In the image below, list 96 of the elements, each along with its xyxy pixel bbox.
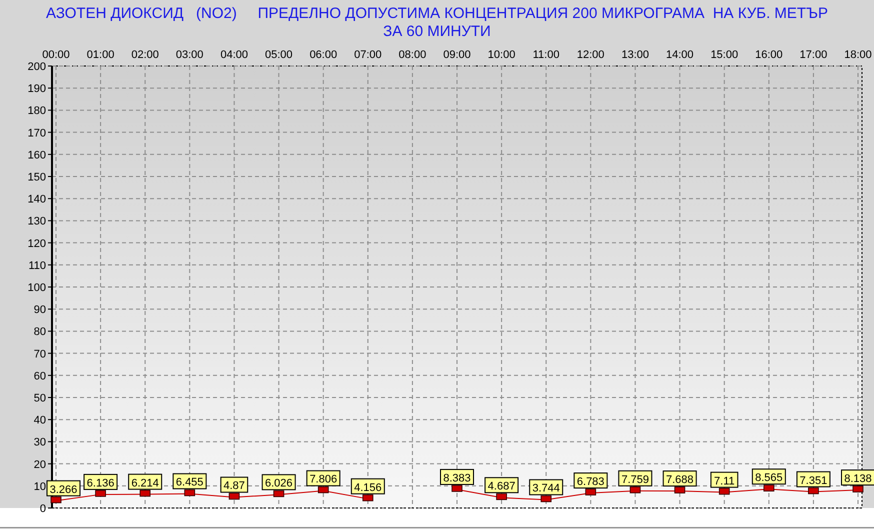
data-marker <box>452 485 462 492</box>
axis-label: 12:00 <box>576 49 604 61</box>
axis-label: 200 <box>28 61 46 73</box>
data-label: 6.136 <box>86 477 114 490</box>
axis-label: 00:00 <box>42 49 70 61</box>
data-label: 7.806 <box>306 470 340 486</box>
axis-label: 17:00 <box>800 49 828 61</box>
axis-label: 90 <box>34 304 46 316</box>
axis-label: 05:00 <box>265 49 293 61</box>
data-label: 8.138 <box>844 473 872 486</box>
axis-label: 14:00 <box>666 49 694 61</box>
axis-label: 08:00 <box>398 49 426 61</box>
axis-label: 15:00 <box>710 49 738 61</box>
axis-label: 70 <box>34 348 46 360</box>
axis-label: 11:00 <box>532 49 560 61</box>
data-marker <box>362 494 374 502</box>
axis-label: 190 <box>28 83 46 96</box>
data-label: 8.383 <box>440 468 474 485</box>
data-label: 4.156 <box>354 482 382 494</box>
axis-label: 120 <box>28 238 46 250</box>
data-label: 6.455 <box>176 476 204 489</box>
data-marker <box>228 492 240 500</box>
axis-label: 150 <box>28 172 46 184</box>
data-label: 3.744 <box>529 479 564 496</box>
data-label: 6.783 <box>574 472 608 488</box>
axis-label: 01:00 <box>86 49 114 61</box>
chart-subtitle: ЗА 60 МИНУТИ <box>382 23 492 41</box>
axis-label: 170 <box>28 127 46 140</box>
data-label: 6.214 <box>131 477 159 490</box>
data-label: 8.565 <box>752 468 786 485</box>
data-label: 7.806 <box>310 474 338 486</box>
chart-title: АЗОТЕН ДИОКСИД (NO2) ПРЕДЕЛНО ДОПУСТИМА КОНЦЕНТРАЦИЯ 200 МИКРОГРАМА НА КУБ. МЕТЪР <box>45 5 829 23</box>
axis-label: 20 <box>34 458 46 471</box>
axis-label: 04:00 <box>220 49 248 61</box>
axis-label: 130 <box>28 216 46 228</box>
data-label: 3.744 <box>532 482 560 495</box>
data-label: 8.565 <box>755 472 783 484</box>
axis-label: 0 <box>40 503 46 515</box>
data-label: 4.687 <box>484 477 519 494</box>
data-label: 4.87 <box>220 476 248 493</box>
axis-label: 18:00 <box>844 49 872 61</box>
data-marker <box>95 490 106 497</box>
data-label: 7.688 <box>666 474 694 486</box>
axis-label: 09:00 <box>443 49 471 61</box>
axis-label: 180 <box>28 105 46 118</box>
axis-label: 140 <box>28 194 46 206</box>
data-label: 4.156 <box>350 478 385 494</box>
axis-label: 100 <box>28 282 46 294</box>
axis-label: 16:00 <box>755 49 783 61</box>
axis-label: 160 <box>28 149 46 162</box>
data-marker <box>674 486 686 494</box>
data-marker <box>496 493 507 500</box>
data-marker <box>140 490 151 497</box>
data-marker <box>273 490 284 498</box>
data-label: 6.455 <box>172 473 207 490</box>
data-marker <box>852 486 864 492</box>
data-marker <box>764 484 774 492</box>
data-label: 6.026 <box>265 478 293 490</box>
data-label: 7.351 <box>796 471 830 488</box>
data-label: 8.138 <box>841 470 874 486</box>
data-marker <box>540 495 552 502</box>
data-label: 6.136 <box>84 474 118 490</box>
data-marker <box>184 489 196 496</box>
axis-label: 07:00 <box>354 49 382 61</box>
axis-label: 10 <box>34 480 46 493</box>
axis-label: 110 <box>28 260 46 272</box>
data-label: 4.87 <box>224 480 245 492</box>
axis-label: 60 <box>34 370 46 382</box>
data-label: 7.759 <box>621 474 649 486</box>
data-label: 7.11 <box>710 472 738 488</box>
data-label: 6.026 <box>262 474 296 490</box>
data-marker <box>318 486 329 494</box>
data-label: 3.266 <box>50 484 78 496</box>
data-label: 7.688 <box>662 470 697 486</box>
axis-label: 50 <box>34 392 46 404</box>
data-marker <box>50 496 62 504</box>
axis-label: 13:00 <box>621 49 649 61</box>
data-label: 7.351 <box>800 474 828 487</box>
axis-label: 02:00 <box>131 49 159 61</box>
data-label: 7.759 <box>618 470 652 486</box>
data-label: 3.266 <box>46 480 80 496</box>
axis-label: 06:00 <box>310 49 338 61</box>
data-label: 7.11 <box>714 475 735 488</box>
data-label: 6.783 <box>576 476 604 488</box>
axis-label: 80 <box>34 326 46 338</box>
data-label: 4.687 <box>488 480 516 493</box>
axis-label: 03:00 <box>176 49 204 61</box>
axis-label: 30 <box>34 436 46 449</box>
data-marker <box>718 488 730 495</box>
data-marker <box>585 488 596 496</box>
data-label: 8.383 <box>443 472 471 484</box>
axis-label: 40 <box>34 414 46 427</box>
data-marker <box>808 487 819 494</box>
axis-label: 10:00 <box>488 49 516 61</box>
data-marker <box>630 486 641 494</box>
data-label: 6.214 <box>128 474 162 490</box>
